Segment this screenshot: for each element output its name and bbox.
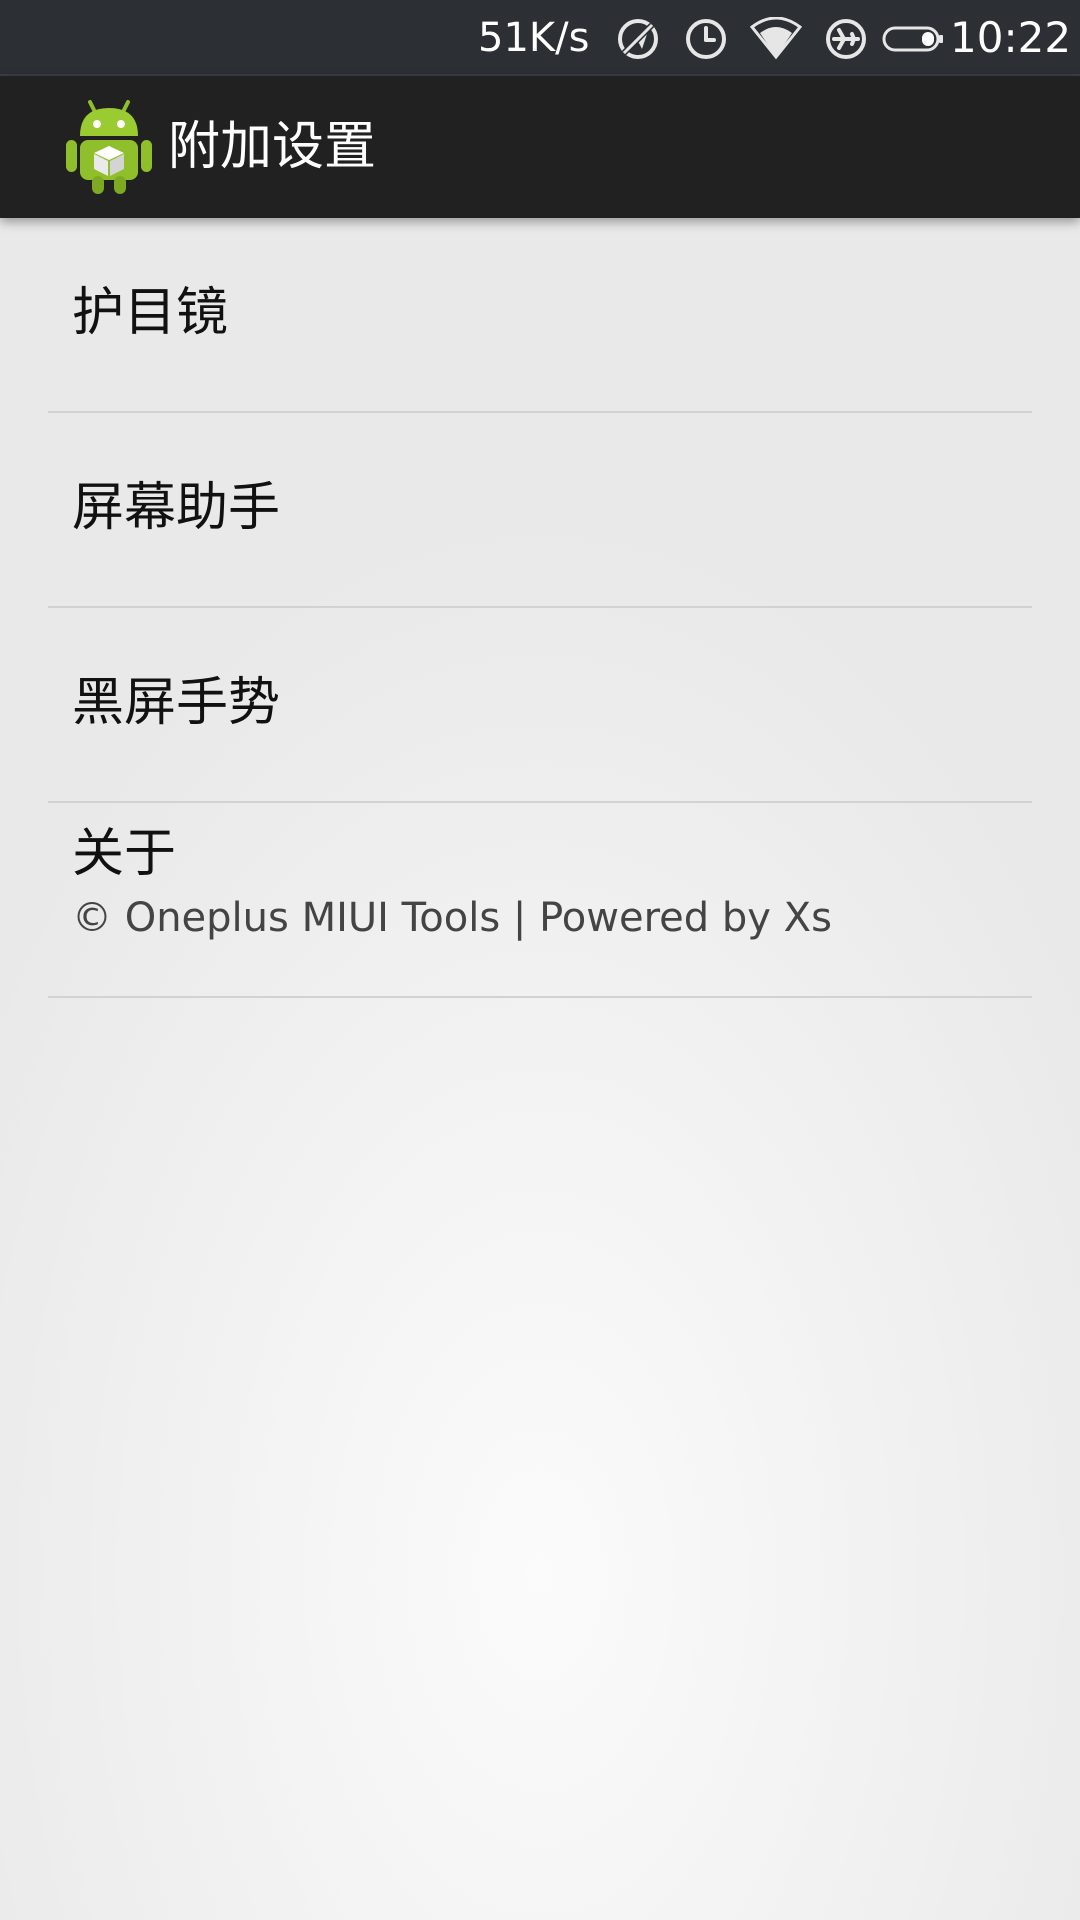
wifi-icon <box>749 16 803 65</box>
pref-item-eye-protection[interactable]: 护目镜 <box>48 218 1032 413</box>
page-title: 附加设置 <box>168 117 377 177</box>
status-clock: 10:22 <box>950 13 1072 62</box>
pref-item-title: 关于 <box>72 824 177 884</box>
android-robot-icon[interactable] <box>64 96 154 196</box>
pref-item-title: 黑屏手势 <box>72 673 281 733</box>
pref-item-title: 屏幕助手 <box>72 478 281 538</box>
pref-item-summary: © Oneplus MIUI Tools | Powered by Xs <box>72 895 832 941</box>
status-bar: 51K/s 10:22 <box>0 0 1080 76</box>
action-bar: 附加设置 <box>0 76 1080 218</box>
pref-item-title: 护目镜 <box>72 283 229 343</box>
location-off-icon <box>614 17 662 65</box>
pref-item-screen-off-gestures[interactable]: 黑屏手势 <box>48 608 1032 803</box>
pref-item-screen-assistant[interactable]: 屏幕助手 <box>48 413 1032 608</box>
preference-list: 护目镜 屏幕助手 黑屏手势 关于 © Oneplus MIUI Tools | … <box>0 218 1080 998</box>
alarm-icon <box>682 17 730 65</box>
network-speed: 51K/s <box>478 15 590 61</box>
pref-item-about[interactable]: 关于 © Oneplus MIUI Tools | Powered by Xs <box>48 803 1032 998</box>
battery-icon <box>882 17 944 65</box>
airplane-mode-icon <box>822 17 870 65</box>
